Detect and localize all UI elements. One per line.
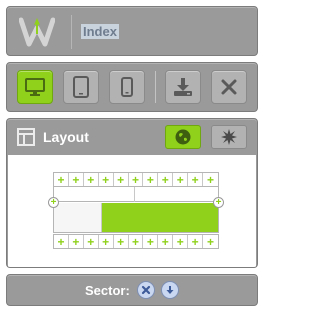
add-row-left-button[interactable]: +	[48, 197, 59, 208]
top-column-row: + + + + + + + + + + +	[53, 172, 219, 187]
sector-row	[53, 203, 219, 233]
close-button[interactable]	[211, 70, 247, 104]
add-column-button[interactable]: +	[99, 173, 114, 186]
add-column-button[interactable]: +	[69, 235, 84, 248]
add-column-button[interactable]: +	[188, 173, 204, 186]
page-title[interactable]: Index	[81, 24, 119, 39]
add-column-button[interactable]: +	[54, 173, 69, 186]
add-column-button[interactable]: +	[69, 173, 84, 186]
add-column-button[interactable]: +	[84, 173, 99, 186]
move-down-icon	[166, 286, 174, 294]
desktop-view-button[interactable]	[17, 70, 53, 104]
add-column-button[interactable]: +	[114, 173, 129, 186]
tablet-view-button[interactable]	[63, 70, 99, 104]
bottom-column-row: + + + + + + + + + + +	[53, 234, 219, 249]
column-divider	[134, 187, 135, 202]
add-column-button[interactable]: +	[203, 235, 218, 248]
add-row-right-button[interactable]: +	[213, 197, 224, 208]
selected-sector[interactable]	[102, 203, 218, 232]
remove-sector-button[interactable]	[137, 281, 155, 299]
add-column-button[interactable]: +	[84, 235, 99, 248]
tablet-icon	[73, 76, 89, 98]
empty-sector[interactable]	[54, 203, 102, 232]
download-button[interactable]	[165, 70, 201, 104]
globe-button[interactable]	[165, 125, 201, 149]
device-toolbar	[6, 62, 258, 112]
split-row[interactable]	[53, 187, 219, 202]
add-column-button[interactable]: +	[158, 173, 174, 186]
add-column-button[interactable]: +	[114, 235, 129, 248]
add-column-button[interactable]: +	[143, 173, 159, 186]
header-bar: Index	[6, 6, 258, 56]
sector-bar: Sector:	[6, 274, 258, 306]
layout-panel: Layout + + + + + + + + + + + + + + + + +…	[6, 118, 258, 268]
globe-icon	[175, 129, 191, 145]
desktop-icon	[25, 78, 45, 96]
close-icon	[221, 79, 237, 95]
add-column-button[interactable]: +	[203, 173, 218, 186]
add-column-button[interactable]: +	[99, 235, 114, 248]
add-column-button[interactable]: +	[129, 235, 144, 248]
add-column-button[interactable]: +	[158, 235, 174, 248]
add-column-button[interactable]: +	[173, 235, 189, 248]
add-column-button[interactable]: +	[54, 235, 69, 248]
add-column-button[interactable]: +	[143, 235, 159, 248]
layout-canvas: + + + + + + + + + + + + + + + + + + + +	[8, 155, 256, 267]
mobile-icon	[121, 77, 133, 97]
add-column-button[interactable]: +	[129, 173, 144, 186]
layout-icon	[17, 128, 35, 146]
toolbar-divider	[155, 71, 156, 103]
layout-panel-title: Layout	[43, 129, 89, 145]
burst-icon	[221, 129, 237, 145]
add-column-button[interactable]: +	[173, 173, 189, 186]
download-icon	[174, 78, 192, 96]
move-sector-down-button[interactable]	[161, 281, 179, 299]
mobile-view-button[interactable]	[109, 70, 145, 104]
layout-panel-header: Layout	[7, 119, 257, 155]
header-divider	[71, 15, 72, 49]
add-column-button[interactable]: +	[188, 235, 204, 248]
sector-label: Sector:	[85, 283, 130, 298]
w-logo-icon[interactable]	[19, 16, 55, 48]
burst-button[interactable]	[211, 125, 247, 149]
remove-icon	[141, 285, 151, 295]
